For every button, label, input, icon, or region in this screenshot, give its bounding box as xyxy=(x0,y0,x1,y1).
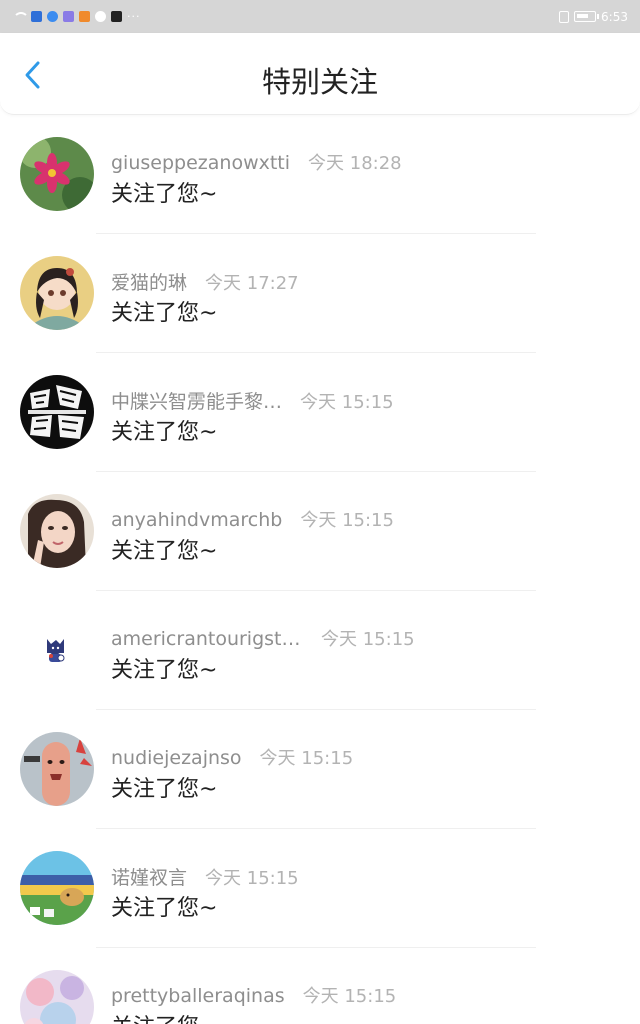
item-message: 关注了您~ xyxy=(111,896,218,921)
item-meta: giuseppezanowxtti 今天 18:28 xyxy=(111,149,402,175)
list-item[interactable]: giuseppezanowxtti 今天 18:28 关注了您~ xyxy=(0,115,640,234)
avatar[interactable] xyxy=(20,970,94,1024)
cartoon-cat-avatar-icon xyxy=(20,613,94,687)
item-time: 今天 15:15 xyxy=(302,986,397,1007)
avatar[interactable] xyxy=(20,494,94,568)
item-meta: americrantourigstt… 今天 15:15 xyxy=(111,625,415,651)
item-meta: 诺嫤衩言 今天 15:15 xyxy=(111,863,299,890)
item-message: 关注了您~ xyxy=(111,658,218,683)
item-time: 今天 15:15 xyxy=(259,748,354,769)
avatar[interactable] xyxy=(20,137,94,211)
user-name[interactable]: anyahindvmarchb xyxy=(111,509,282,531)
video-icon xyxy=(79,11,90,22)
item-message: 关注了您~ xyxy=(111,1009,217,1024)
user-name[interactable]: 诺嫤衩言 xyxy=(111,863,187,890)
security-icon xyxy=(31,11,42,22)
item-time: 今天 18:28 xyxy=(308,153,402,174)
status-bar-right: 6:53 xyxy=(559,10,628,24)
browser-icon xyxy=(47,11,58,22)
follower-list: giuseppezanowxtti 今天 18:28 关注了您~ 爱猫的琳 今天… xyxy=(0,115,640,1024)
avatar[interactable] xyxy=(20,613,94,687)
item-time: 今天 15:15 xyxy=(321,629,415,650)
anime-girl-avatar-icon xyxy=(20,256,94,330)
status-bar: ··· 6:53 xyxy=(0,0,640,33)
item-time: 今天 15:15 xyxy=(205,868,299,889)
item-meta: nudiejezajnso 今天 15:15 xyxy=(111,744,353,770)
selfie-avatar-icon xyxy=(20,494,94,568)
app-icon xyxy=(63,11,74,22)
user-name[interactable]: nudiejezajnso xyxy=(111,747,242,769)
wifi-icon xyxy=(12,11,29,22)
user-name[interactable]: 爱猫的琳 xyxy=(111,268,187,295)
item-time: 今天 15:15 xyxy=(300,392,394,413)
avatar[interactable] xyxy=(20,851,94,925)
nav-bar: 特别关注 xyxy=(0,33,640,115)
list-item[interactable]: 中牒兴智雳能手黎… 今天 15:15 关注了您~ xyxy=(0,353,640,472)
item-time: 今天 15:15 xyxy=(300,510,394,531)
list-item[interactable]: nudiejezajnso 今天 15:15 关注了您~ xyxy=(0,710,640,829)
item-message: 关注了您~ xyxy=(111,777,218,802)
flower-avatar-icon xyxy=(20,137,94,211)
item-meta: anyahindvmarchb 今天 15:15 xyxy=(111,506,394,532)
user-name[interactable]: americrantourigstt… xyxy=(111,628,303,650)
user-name[interactable]: 中牒兴智雳能手黎… xyxy=(111,387,282,414)
list-item[interactable]: 诺嫤衩言 今天 15:15 关注了您~ xyxy=(0,829,640,948)
list-item[interactable]: anyahindvmarchb 今天 15:15 关注了您~ xyxy=(0,472,640,591)
item-meta: prettyballeraqinas 今天 15:15 xyxy=(111,982,396,1008)
more-dots-icon: ··· xyxy=(127,10,141,23)
user-name[interactable]: giuseppezanowxtti xyxy=(111,152,290,174)
vibrate-icon xyxy=(559,10,570,23)
avatar[interactable] xyxy=(20,375,94,449)
page-title: 特别关注 xyxy=(261,65,378,99)
list-item[interactable]: prettyballeraqinas 今天 15:15 关注了您~ xyxy=(0,948,640,1024)
item-meta: 中牒兴智雳能手黎… 今天 15:15 xyxy=(111,387,394,414)
item-message: 关注了您~ xyxy=(111,301,218,326)
list-item[interactable]: 爱猫的琳 今天 17:27 关注了您~ xyxy=(0,234,640,353)
finger-face-avatar-icon xyxy=(20,732,94,806)
calligraphy-avatar-icon xyxy=(20,375,94,449)
item-time: 今天 17:27 xyxy=(205,273,299,294)
item-message: 关注了您~ xyxy=(111,420,218,445)
avatar[interactable] xyxy=(20,732,94,806)
item-message: 关注了您~ xyxy=(111,539,218,564)
status-time: 6:53 xyxy=(601,9,628,24)
list-item[interactable]: americrantourigstt… 今天 15:15 关注了您~ xyxy=(0,591,640,710)
game-scene-avatar-icon xyxy=(20,851,94,925)
avatar[interactable] xyxy=(20,256,94,330)
battery-icon xyxy=(574,11,600,22)
pastel-avatar-icon xyxy=(20,970,94,1024)
user-name[interactable]: prettyballeraqinas xyxy=(111,985,285,1007)
item-meta: 爱猫的琳 今天 17:27 xyxy=(111,268,299,295)
item-message: 关注了您~ xyxy=(111,182,218,207)
cloud-icon xyxy=(95,11,106,22)
status-bar-left: ··· xyxy=(12,10,141,23)
app-icon xyxy=(111,11,122,22)
